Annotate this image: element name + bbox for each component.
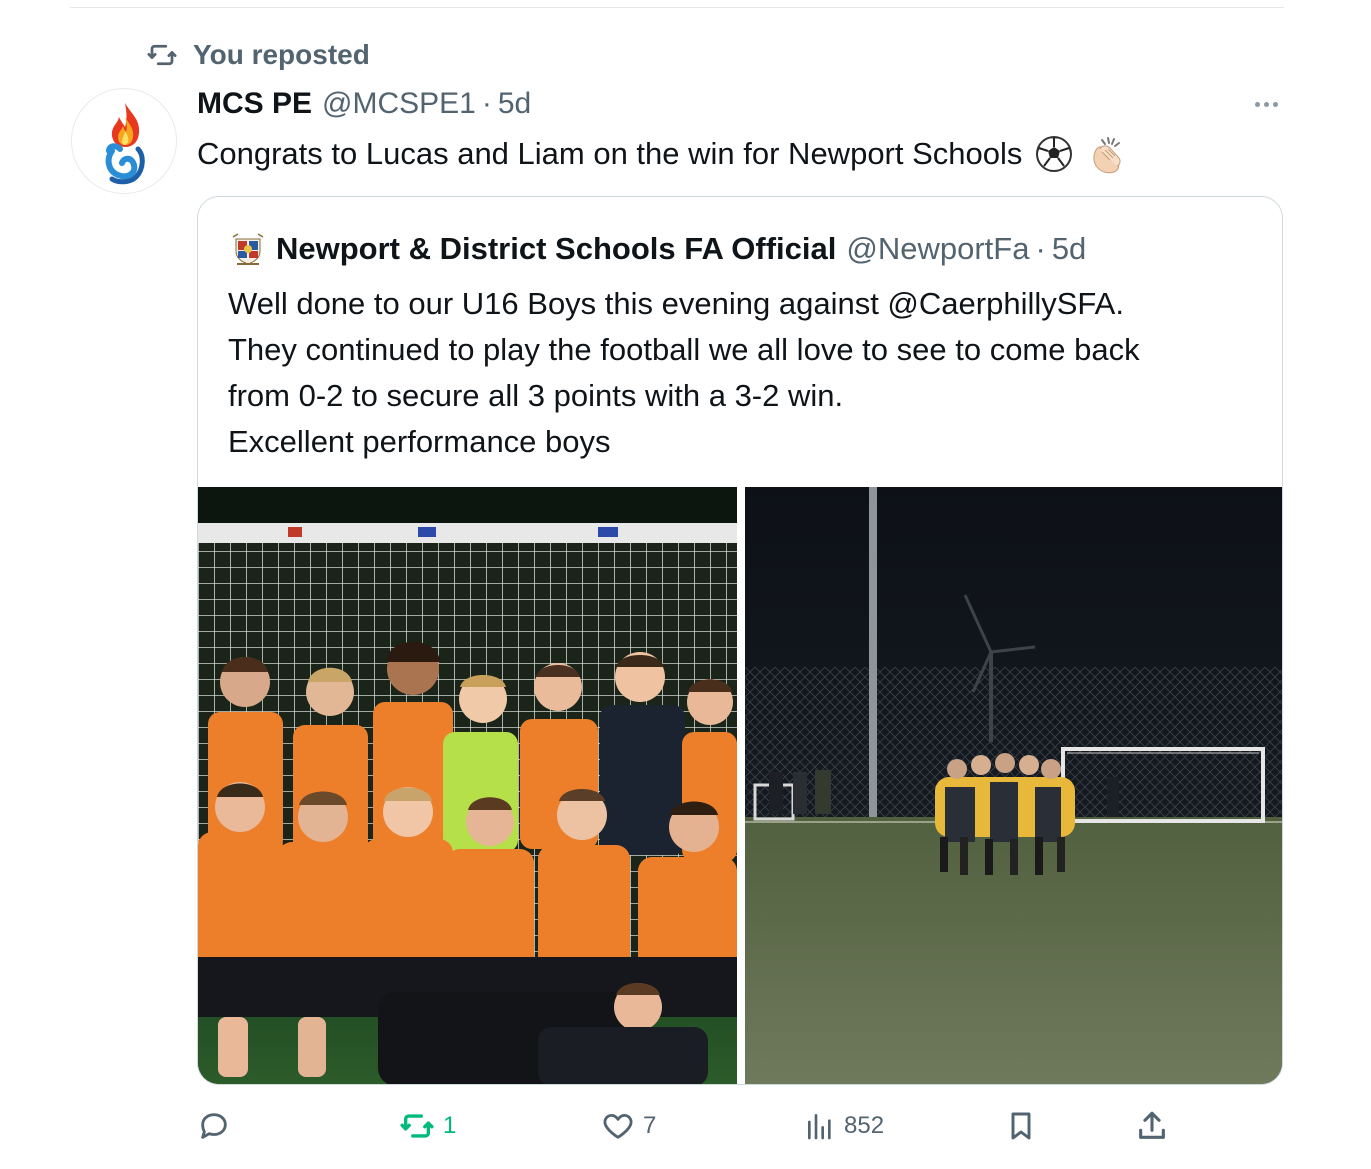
post-text-row: Congrats to Lucas and Liam on the win fo… — [197, 132, 1126, 176]
repost-button[interactable]: 1 — [399, 1104, 456, 1148]
quote-author-avatar[interactable] — [230, 231, 266, 267]
author-avatar[interactable] — [71, 88, 177, 194]
quote-time[interactable]: 5d — [1052, 231, 1086, 267]
separator-dot: · — [481, 87, 492, 120]
bookmark-icon — [1011, 1112, 1031, 1140]
soccer-ball-icon — [1036, 136, 1073, 172]
more-options-button[interactable] — [1246, 92, 1286, 116]
more-options-icon — [1254, 101, 1260, 107]
quote-header: Newport & District Schools FA Official @… — [230, 229, 1086, 269]
more-dot — [1263, 101, 1269, 107]
like-count: 7 — [643, 1112, 657, 1139]
views-count: 852 — [844, 1112, 885, 1139]
author-name[interactable]: MCS PE — [197, 87, 312, 121]
post-time[interactable]: 5d — [498, 87, 531, 121]
repost-label: You reposted — [193, 39, 370, 70]
repost-count: 1 — [443, 1112, 457, 1139]
bookmark-button[interactable] — [1005, 1104, 1037, 1148]
huddle-photo[interactable] — [745, 487, 1282, 1084]
quote-text-line: from 0-2 to secure all 3 points with a 3… — [228, 378, 844, 413]
quote-separator-dot: · — [1035, 231, 1046, 266]
repost-context[interactable]: You reposted — [145, 38, 370, 72]
repost-action-icon — [400, 1114, 434, 1138]
quote-text: Well done to our U16 Boys this evening a… — [228, 281, 1258, 465]
top-divider — [70, 7, 1284, 8]
more-dot — [1272, 101, 1278, 107]
clapping-hands-icon — [1093, 137, 1121, 174]
heart-icon — [603, 1113, 633, 1139]
reply-icon — [201, 1113, 227, 1139]
quote-text-line: Excellent performance boys — [228, 424, 611, 459]
quote-text-line: Well done to our U16 Boys this evening a… — [228, 286, 1124, 321]
reply-button[interactable] — [197, 1104, 231, 1148]
views-button[interactable]: 852 — [804, 1104, 884, 1148]
team-photo-image — [198, 487, 737, 1084]
quote-author-name[interactable]: Newport & District Schools FA Official — [276, 231, 836, 267]
author-handle[interactable]: @MCSPE1 — [322, 87, 476, 121]
share-button[interactable] — [1135, 1104, 1169, 1148]
huddle-photo-image — [745, 487, 1282, 1084]
flame-logo-icon — [105, 103, 145, 185]
repost-icon — [147, 44, 177, 66]
share-icon — [1139, 1111, 1165, 1139]
post-header: MCS PE @MCSPE1 · 5d — [197, 84, 531, 124]
action-bar: 1 7 852 — [197, 1104, 1177, 1148]
quoted-post-card[interactable]: Newport & District Schools FA Official @… — [197, 196, 1283, 1085]
team-photo[interactable] — [198, 487, 737, 1084]
views-chart-icon — [808, 1114, 831, 1140]
post-text: Congrats to Lucas and Liam on the win fo… — [197, 136, 1023, 171]
like-button[interactable]: 7 — [601, 1104, 656, 1148]
quote-author-handle[interactable]: @NewportFa — [846, 231, 1029, 267]
quote-text-line: They continued to play the football we a… — [228, 332, 1140, 367]
